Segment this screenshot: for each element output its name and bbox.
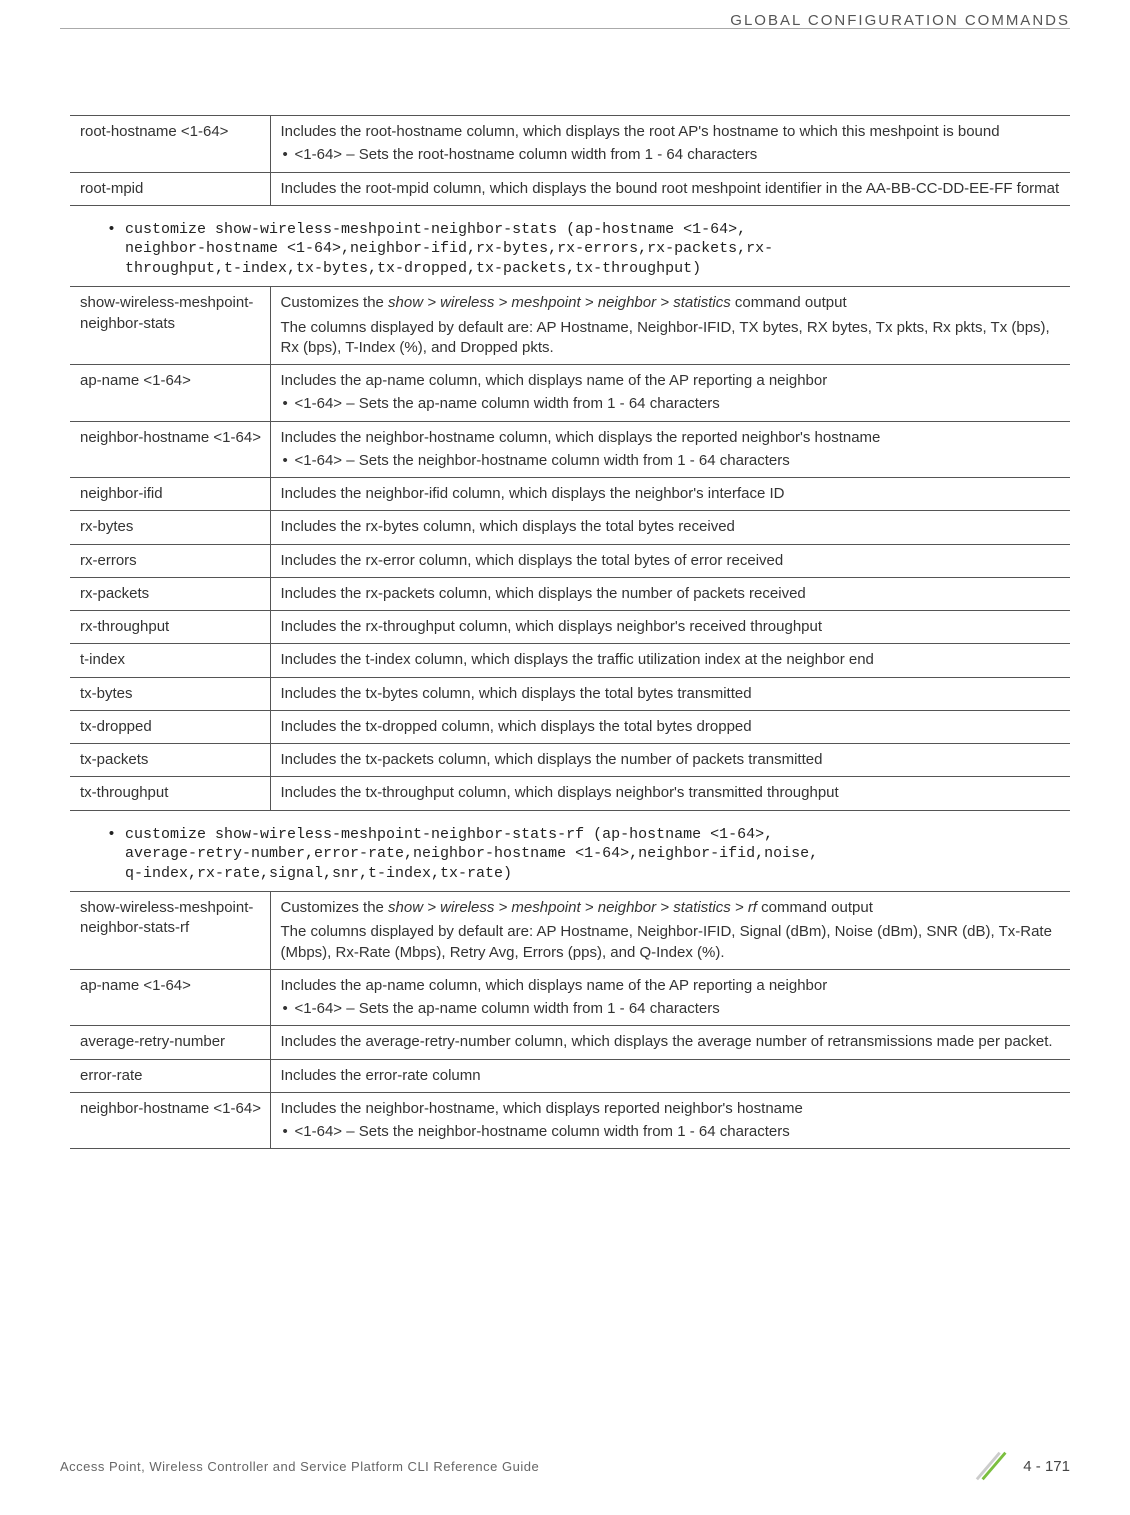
param-name: tx-bytes [70,677,270,710]
param-name: root-hostname <1-64> [70,116,270,173]
param-name: ap-name <1-64> [70,365,270,422]
page-number-badge: 4 - 171 [975,1447,1070,1485]
table-row: tx-bytes Includes the tx-bytes column, w… [70,677,1070,710]
code-customize-neighbor-stats: • customize show-wireless-meshpoint-neig… [70,216,1070,287]
table-row: tx-packets Includes the tx-packets colum… [70,744,1070,777]
param-name: rx-errors [70,544,270,577]
table-root-params: root-hostname <1-64> Includes the root-h… [70,115,1070,206]
param-desc: Includes the root-mpid column, which dis… [270,172,1070,205]
desc-bullet: <1-64> – Sets the ap-name column width f… [281,999,1063,1019]
param-desc: Includes the tx-bytes column, which disp… [270,677,1070,710]
param-name: neighbor-ifid [70,478,270,511]
table-row: show-wireless-meshpoint-neighbor-stats C… [70,287,1070,365]
table-row: rx-throughput Includes the rx-throughput… [70,611,1070,644]
table-row: root-mpid Includes the root-mpid column,… [70,172,1070,205]
param-name: neighbor-hostname <1-64> [70,421,270,478]
param-name: t-index [70,644,270,677]
param-name: tx-packets [70,744,270,777]
table-row: neighbor-ifid Includes the neighbor-ifid… [70,478,1070,511]
desc-text: Customizes the show > wireless > meshpoi… [281,898,1063,918]
page-slash-icon [975,1447,1013,1485]
param-name: tx-dropped [70,710,270,743]
param-name: show-wireless-meshpoint-neighbor-stats [70,287,270,365]
page-number: 4 - 171 [1023,1458,1070,1475]
param-name: rx-throughput [70,611,270,644]
param-desc: Includes the tx-throughput column, which… [270,777,1070,810]
param-name: tx-throughput [70,777,270,810]
code-text: • customize show-wireless-meshpoint-neig… [107,826,818,882]
page-header-title: GLOBAL CONFIGURATION COMMANDS [730,12,1070,29]
param-desc: Includes the rx-bytes column, which disp… [270,511,1070,544]
desc-text-2: The columns displayed by default are: AP… [281,318,1063,359]
page-footer: Access Point, Wireless Controller and Se… [0,1447,1130,1485]
param-desc: Includes the rx-throughput column, which… [270,611,1070,644]
param-desc: Customizes the show > wireless > meshpoi… [270,287,1070,365]
param-name: error-rate [70,1059,270,1092]
param-desc: Customizes the show > wireless > meshpoi… [270,892,1070,970]
code-customize-neighbor-stats-rf: • customize show-wireless-meshpoint-neig… [70,821,1070,892]
param-desc: Includes the error-rate column [270,1059,1070,1092]
table-row: average-retry-number Includes the averag… [70,1026,1070,1059]
table-row: rx-bytes Includes the rx-bytes column, w… [70,511,1070,544]
desc-bullet: <1-64> – Sets the neighbor-hostname colu… [281,1122,1063,1142]
table-row: show-wireless-meshpoint-neighbor-stats-r… [70,892,1070,970]
desc-bullet: <1-64> – Sets the root-hostname column w… [281,145,1063,165]
param-name: root-mpid [70,172,270,205]
param-desc: Includes the neighbor-hostname, which di… [270,1092,1070,1149]
desc-text: Customizes the show > wireless > meshpoi… [281,293,1063,313]
param-name: show-wireless-meshpoint-neighbor-stats-r… [70,892,270,970]
param-name: average-retry-number [70,1026,270,1059]
table-row: t-index Includes the t-index column, whi… [70,644,1070,677]
table-row: rx-errors Includes the rx-error column, … [70,544,1070,577]
param-desc: Includes the tx-dropped column, which di… [270,710,1070,743]
table-row: error-rate Includes the error-rate colum… [70,1059,1070,1092]
header-rule [60,28,1070,29]
param-desc: Includes the ap-name column, which displ… [270,365,1070,422]
footer-doc-title: Access Point, Wireless Controller and Se… [60,1459,539,1474]
desc-bullet: <1-64> – Sets the ap-name column width f… [281,394,1063,414]
table-row: neighbor-hostname <1-64> Includes the ne… [70,421,1070,478]
table-neighbor-stats: show-wireless-meshpoint-neighbor-stats C… [70,286,1070,810]
param-desc: Includes the neighbor-ifid column, which… [270,478,1070,511]
param-name: neighbor-hostname <1-64> [70,1092,270,1149]
param-desc: Includes the root-hostname column, which… [270,116,1070,173]
desc-text-2: The columns displayed by default are: AP… [281,922,1063,963]
param-desc: Includes the average-retry-number column… [270,1026,1070,1059]
param-desc: Includes the ap-name column, which displ… [270,969,1070,1026]
desc-text: Includes the root-hostname column, which… [281,122,1063,142]
desc-text: Includes the neighbor-hostname column, w… [281,428,1063,448]
table-row: rx-packets Includes the rx-packets colum… [70,577,1070,610]
table-row: neighbor-hostname <1-64> Includes the ne… [70,1092,1070,1149]
param-desc: Includes the tx-packets column, which di… [270,744,1070,777]
param-desc: Includes the rx-packets column, which di… [270,577,1070,610]
table-neighbor-stats-rf: show-wireless-meshpoint-neighbor-stats-r… [70,891,1070,1149]
table-row: tx-throughput Includes the tx-throughput… [70,777,1070,810]
param-name: ap-name <1-64> [70,969,270,1026]
table-row: ap-name <1-64> Includes the ap-name colu… [70,969,1070,1026]
param-name: rx-bytes [70,511,270,544]
param-name: rx-packets [70,577,270,610]
desc-bullet: <1-64> – Sets the neighbor-hostname colu… [281,451,1063,471]
table-row: ap-name <1-64> Includes the ap-name colu… [70,365,1070,422]
table-row: tx-dropped Includes the tx-dropped colum… [70,710,1070,743]
param-desc: Includes the rx-error column, which disp… [270,544,1070,577]
table-row: root-hostname <1-64> Includes the root-h… [70,116,1070,173]
desc-text: Includes the ap-name column, which displ… [281,371,1063,391]
param-desc: Includes the t-index column, which displ… [270,644,1070,677]
desc-text: Includes the ap-name column, which displ… [281,976,1063,996]
param-desc: Includes the neighbor-hostname column, w… [270,421,1070,478]
desc-text: Includes the neighbor-hostname, which di… [281,1099,1063,1119]
code-text: • customize show-wireless-meshpoint-neig… [107,221,773,277]
